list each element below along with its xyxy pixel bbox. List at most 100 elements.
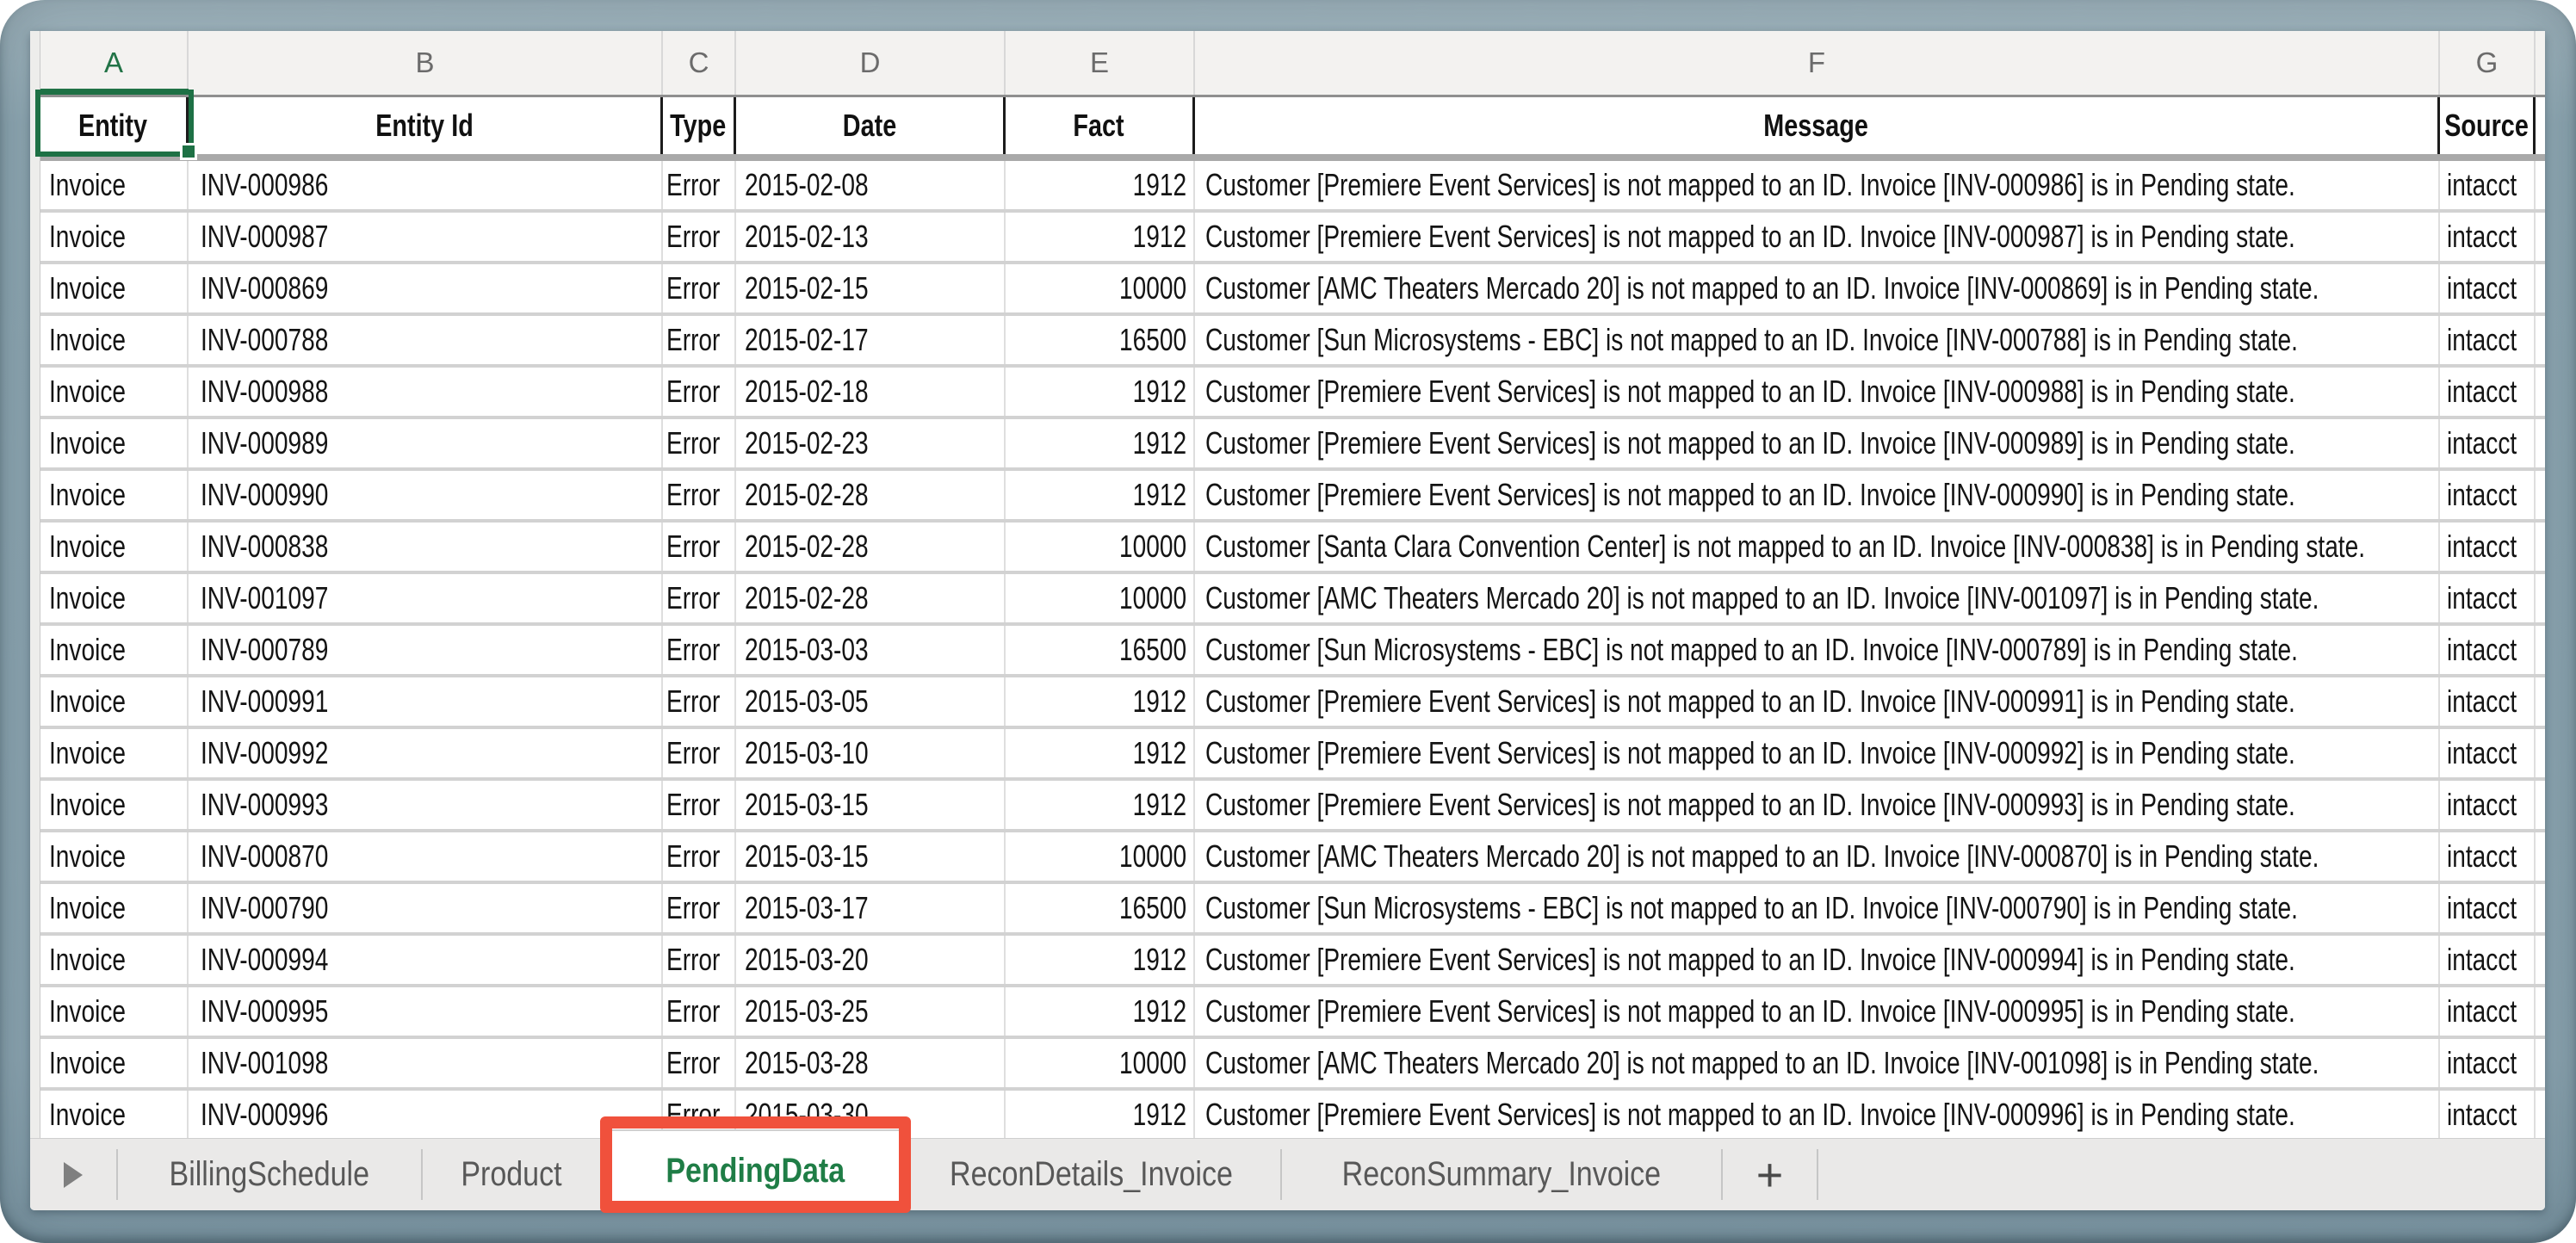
cell-source[interactable]: intacct (2440, 574, 2536, 622)
add-sheet-button[interactable]: + (1723, 1139, 1817, 1210)
cell-fact[interactable]: 16500 (1006, 626, 1195, 674)
cell-message[interactable]: Customer [Premiere Event Services] is no… (1195, 368, 2440, 416)
cell-type[interactable]: Error (663, 884, 736, 932)
cell-source[interactable]: intacct (2440, 1091, 2536, 1139)
cell-entity[interactable]: Invoice (40, 523, 189, 571)
cell-source[interactable]: intacct (2440, 316, 2536, 364)
cell-entity[interactable]: Invoice (40, 626, 189, 674)
cell-source[interactable]: intacct (2440, 729, 2536, 777)
cell-date[interactable]: 2015-03-03 (736, 626, 1006, 674)
column-letter-c[interactable]: C (663, 31, 736, 95)
cell-fact[interactable]: 10000 (1006, 574, 1195, 622)
cell-source[interactable]: intacct (2440, 264, 2536, 312)
header-cell-fact[interactable]: Fact (1006, 97, 1195, 154)
cell-source[interactable]: intacct (2440, 419, 2536, 467)
cell-entity-id[interactable]: INV-001098 (189, 1039, 663, 1087)
cell-type[interactable]: Error (663, 729, 736, 777)
cell-source[interactable]: intacct (2440, 781, 2536, 829)
cell-message[interactable]: Customer [AMC Theaters Mercado 20] is no… (1195, 264, 2440, 312)
cell-type[interactable]: Error (663, 368, 736, 416)
cell-entity[interactable]: Invoice (40, 781, 189, 829)
column-letter-a[interactable]: A (40, 31, 189, 95)
cell-entity-id[interactable]: INV-000870 (189, 832, 663, 881)
cell-fact[interactable]: 1912 (1006, 677, 1195, 726)
cell-date[interactable]: 2015-02-28 (736, 471, 1006, 519)
cell-fact[interactable]: 1912 (1006, 936, 1195, 984)
cell-entity[interactable]: Invoice (40, 213, 189, 261)
cell-fact[interactable]: 1912 (1006, 987, 1195, 1036)
sheet-tab-billingschedule[interactable]: BillingSchedule (118, 1139, 421, 1210)
cell-fact[interactable]: 1912 (1006, 471, 1195, 519)
cell-message[interactable]: Customer [Sun Microsystems - EBC] is not… (1195, 626, 2440, 674)
cell-fact[interactable]: 1912 (1006, 1091, 1195, 1139)
cell-fact[interactable]: 1912 (1006, 368, 1195, 416)
cell-source[interactable]: intacct (2440, 213, 2536, 261)
cell-date[interactable]: 2015-03-28 (736, 1039, 1006, 1087)
cell-entity[interactable]: Invoice (40, 729, 189, 777)
cell-entity[interactable]: Invoice (40, 987, 189, 1036)
header-cell-source[interactable]: Source (2440, 97, 2536, 154)
cell-entity[interactable]: Invoice (40, 884, 189, 932)
cell-source[interactable]: intacct (2440, 471, 2536, 519)
cell-entity-id[interactable]: INV-000988 (189, 368, 663, 416)
cell-type[interactable]: Error (663, 419, 736, 467)
cell-entity-id[interactable]: INV-000994 (189, 936, 663, 984)
cell-message[interactable]: Customer [Premiere Event Services] is no… (1195, 1091, 2440, 1139)
cell-fact[interactable]: 16500 (1006, 884, 1195, 932)
cell-entity[interactable]: Invoice (40, 161, 189, 209)
cell-message[interactable]: Customer [AMC Theaters Mercado 20] is no… (1195, 832, 2440, 881)
cell-source[interactable]: intacct (2440, 523, 2536, 571)
cell-fact[interactable]: 10000 (1006, 832, 1195, 881)
column-letter-g[interactable]: G (2440, 31, 2536, 95)
cell-date[interactable]: 2015-02-23 (736, 419, 1006, 467)
cell-entity-id[interactable]: INV-000989 (189, 419, 663, 467)
cell-type[interactable]: Error (663, 523, 736, 571)
header-cell-entity-id[interactable]: Entity Id (189, 97, 663, 154)
cell-type[interactable]: Error (663, 677, 736, 726)
cell-type[interactable]: Error (663, 574, 736, 622)
cell-entity[interactable]: Invoice (40, 1091, 189, 1139)
cell-date[interactable]: 2015-02-28 (736, 574, 1006, 622)
cell-entity-id[interactable]: INV-000987 (189, 213, 663, 261)
cell-date[interactable]: 2015-03-15 (736, 832, 1006, 881)
cell-message[interactable]: Customer [Premiere Event Services] is no… (1195, 936, 2440, 984)
cell-source[interactable]: intacct (2440, 677, 2536, 726)
cell-fact[interactable]: 1912 (1006, 213, 1195, 261)
cell-entity[interactable]: Invoice (40, 574, 189, 622)
cell-entity-id[interactable]: INV-000869 (189, 264, 663, 312)
cell-type[interactable]: Error (663, 213, 736, 261)
cell-type[interactable]: Error (663, 936, 736, 984)
sheet-tab-product[interactable]: Product (423, 1139, 599, 1210)
sheet-tab-reconsummary-invoice[interactable]: ReconSummary_Invoice (1282, 1139, 1721, 1210)
cell-entity[interactable]: Invoice (40, 368, 189, 416)
cell-source[interactable]: intacct (2440, 626, 2536, 674)
cell-entity[interactable]: Invoice (40, 832, 189, 881)
cell-entity-id[interactable]: INV-000993 (189, 781, 663, 829)
cell-entity[interactable]: Invoice (40, 936, 189, 984)
cell-type[interactable]: Error (663, 161, 736, 209)
cell-date[interactable]: 2015-02-18 (736, 368, 1006, 416)
cell-date[interactable]: 2015-03-17 (736, 884, 1006, 932)
cell-message[interactable]: Customer [Premiere Event Services] is no… (1195, 419, 2440, 467)
sheet-nav-button[interactable] (30, 1139, 116, 1210)
cell-type[interactable]: Error (663, 832, 736, 881)
cell-source[interactable]: intacct (2440, 832, 2536, 881)
column-letter-b[interactable]: B (189, 31, 663, 95)
cell-message[interactable]: Customer [Sun Microsystems - EBC] is not… (1195, 316, 2440, 364)
column-letter-e[interactable]: E (1006, 31, 1195, 95)
cell-entity-id[interactable]: INV-000992 (189, 729, 663, 777)
column-letter-f[interactable]: F (1195, 31, 2440, 95)
cell-entity[interactable]: Invoice (40, 677, 189, 726)
header-cell-type[interactable]: Type (663, 97, 736, 154)
cell-type[interactable]: Error (663, 626, 736, 674)
cell-date[interactable]: 2015-03-25 (736, 987, 1006, 1036)
cell-date[interactable]: 2015-03-05 (736, 677, 1006, 726)
cell-source[interactable]: intacct (2440, 936, 2536, 984)
header-cell-date[interactable]: Date (736, 97, 1006, 154)
cell-message[interactable]: Customer [Premiere Event Services] is no… (1195, 213, 2440, 261)
cell-date[interactable]: 2015-02-17 (736, 316, 1006, 364)
cell-type[interactable]: Error (663, 987, 736, 1036)
cell-source[interactable]: intacct (2440, 884, 2536, 932)
cell-message[interactable]: Customer [AMC Theaters Mercado 20] is no… (1195, 1039, 2440, 1087)
cell-entity-id[interactable]: INV-000789 (189, 626, 663, 674)
